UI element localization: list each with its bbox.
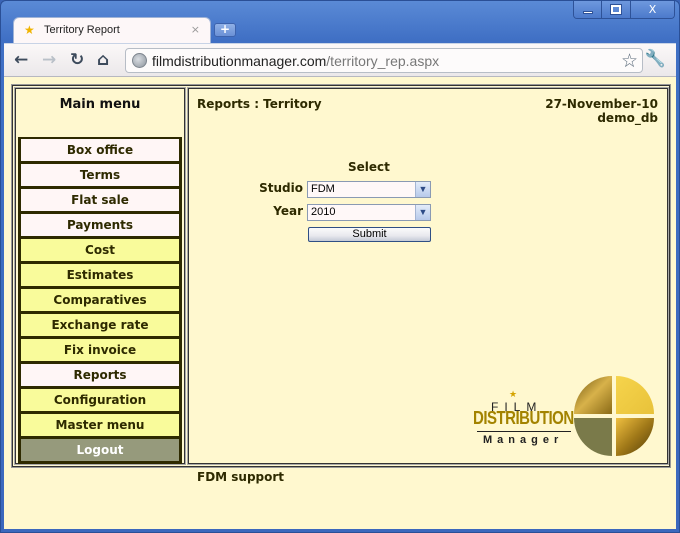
logo-distribution-text: DISTRIBUTION bbox=[473, 408, 574, 429]
url-text[interactable]: filmdistributionmanager.com/territory_re… bbox=[152, 53, 439, 69]
bookmark-star-icon[interactable]: ☆ bbox=[621, 50, 638, 72]
studio-label: Studio bbox=[259, 181, 303, 195]
menu-item-terms[interactable]: Terms bbox=[21, 164, 179, 186]
database-name: demo_db bbox=[597, 111, 658, 125]
minimize-button[interactable] bbox=[574, 1, 601, 18]
menu-title: Main menu bbox=[59, 97, 141, 112]
star-favicon-icon: ★ bbox=[24, 23, 35, 37]
menu-item-logout[interactable]: Logout bbox=[21, 439, 179, 461]
maximize-icon bbox=[611, 5, 621, 14]
close-window-button[interactable]: X bbox=[630, 1, 674, 18]
support-link[interactable]: FDM support bbox=[197, 470, 284, 484]
fdm-logo: ★ FILM DISTRIBUTION Manager bbox=[473, 376, 659, 460]
sidebar: Main menu Box office Terms Flat sale Pay… bbox=[15, 88, 185, 464]
menu-item-fix-invoice[interactable]: Fix invoice bbox=[21, 339, 179, 361]
logo-quadrant bbox=[574, 376, 612, 414]
form-heading: Select bbox=[348, 160, 390, 174]
tab-close-icon[interactable]: × bbox=[191, 23, 200, 36]
logo-manager-text: Manager bbox=[483, 434, 564, 446]
year-label: Year bbox=[273, 204, 303, 218]
back-arrow-icon[interactable]: ← bbox=[14, 50, 28, 70]
menu-item-exchange-rate[interactable]: Exchange rate bbox=[21, 314, 179, 336]
main-menu: Box office Terms Flat sale Payments Cost… bbox=[18, 137, 182, 464]
menu-item-comparatives[interactable]: Comparatives bbox=[21, 289, 179, 311]
maximize-button[interactable] bbox=[601, 1, 630, 18]
menu-item-reports[interactable]: Reports bbox=[21, 364, 179, 386]
year-select[interactable]: 2010 ▼ bbox=[307, 204, 431, 221]
browser-window: X ★ Territory Report × + ← → ↻ ⌂ filmdis… bbox=[0, 0, 680, 533]
chevron-down-icon[interactable]: ▼ bbox=[415, 182, 430, 197]
current-date: 27-November-10 bbox=[545, 97, 658, 111]
tab-territory-report[interactable]: ★ Territory Report × bbox=[13, 17, 211, 43]
studio-select[interactable]: FDM ▼ bbox=[307, 181, 431, 198]
reload-icon[interactable]: ↻ bbox=[70, 50, 84, 70]
window-controls: X bbox=[573, 1, 675, 19]
logo-quadrant bbox=[616, 376, 654, 414]
logo-divider bbox=[477, 431, 571, 432]
logo-quadrant bbox=[574, 418, 612, 456]
menu-item-payments[interactable]: Payments bbox=[21, 214, 179, 236]
menu-item-box-office[interactable]: Box office bbox=[21, 139, 179, 161]
studio-value: FDM bbox=[311, 183, 335, 195]
menu-item-estimates[interactable]: Estimates bbox=[21, 264, 179, 286]
globe-icon bbox=[132, 53, 147, 68]
logo-quadrant bbox=[616, 418, 654, 456]
year-value: 2010 bbox=[311, 206, 336, 218]
menu-item-master-menu[interactable]: Master menu bbox=[21, 414, 179, 436]
menu-item-configuration[interactable]: Configuration bbox=[21, 389, 179, 411]
new-tab-button[interactable]: + bbox=[214, 23, 236, 37]
breadcrumb: Reports : Territory bbox=[197, 97, 322, 111]
forward-arrow-icon[interactable]: → bbox=[42, 50, 56, 70]
main-content: Reports : Territory 27-November-10 demo_… bbox=[188, 88, 668, 464]
minimize-icon bbox=[582, 11, 593, 14]
menu-item-flat-sale[interactable]: Flat sale bbox=[21, 189, 179, 211]
logo-star-icon: ★ bbox=[509, 390, 518, 400]
header-info: 27-November-10 demo_db bbox=[545, 97, 658, 125]
wrench-menu-icon[interactable]: 🔧 bbox=[645, 49, 666, 69]
submit-button[interactable]: Submit bbox=[308, 227, 431, 242]
home-icon[interactable]: ⌂ bbox=[97, 50, 109, 70]
browser-toolbar: ← → ↻ ⌂ filmdistributionmanager.com/terr… bbox=[4, 43, 676, 76]
url-path: /territory_rep.aspx bbox=[326, 53, 440, 69]
page-viewport: Main menu Box office Terms Flat sale Pay… bbox=[4, 76, 676, 529]
url-host: filmdistributionmanager.com bbox=[152, 53, 327, 69]
address-bar[interactable]: filmdistributionmanager.com/territory_re… bbox=[125, 48, 643, 73]
tab-title: Territory Report bbox=[44, 24, 120, 36]
chevron-down-icon[interactable]: ▼ bbox=[415, 205, 430, 220]
logo-disc-icon bbox=[574, 376, 654, 456]
menu-item-cost[interactable]: Cost bbox=[21, 239, 179, 261]
